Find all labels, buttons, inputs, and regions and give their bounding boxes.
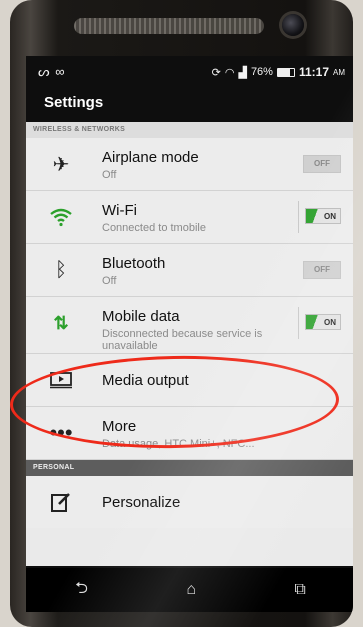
- setting-personalize[interactable]: Personalize: [26, 476, 353, 528]
- battery-icon: [276, 67, 295, 77]
- signal-icon: ▟: [238, 66, 247, 79]
- battery-percent: 76%: [250, 66, 273, 78]
- setting-airplane-mode[interactable]: ✈ Airplane mode Off OFF: [26, 138, 353, 191]
- personalize-glyph: [51, 493, 70, 512]
- airplane-toggle[interactable]: OFF: [303, 155, 341, 173]
- mobile-data-toggle[interactable]: ON: [305, 314, 341, 330]
- setting-wifi[interactable]: Wi-Fi Connected to tmobile ON: [26, 191, 353, 244]
- section-header-wireless: WIRELESS & NETWORKS: [26, 122, 353, 138]
- bluetooth-icon: ᛒ: [55, 258, 67, 281]
- speaker-grille: [74, 18, 264, 34]
- setting-mobile-data[interactable]: ⇅ Mobile data Disconnected because servi…: [26, 297, 353, 354]
- phone-screen: ᔕ ∞ ⟳ ◠ ▟ 76% 11:17 AM Settings WIRELESS…: [26, 56, 353, 612]
- setting-label: Bluetooth: [102, 255, 166, 272]
- recents-icon[interactable]: ⧉: [294, 581, 305, 599]
- airplane-icon: ✈: [52, 153, 70, 176]
- status-icons: ⟳ ◠ ▟ 76% 11:17 AM: [212, 65, 345, 79]
- setting-sub: Off: [102, 169, 117, 181]
- setting-label: Wi-Fi: [102, 202, 137, 219]
- setting-label: Airplane mode: [102, 149, 199, 166]
- mobile-data-icon: ⇅: [53, 312, 69, 333]
- status-bar: ᔕ ∞ ⟳ ◠ ▟ 76% 11:17 AM: [26, 56, 353, 86]
- wifi-toggle[interactable]: ON: [305, 208, 341, 224]
- back-icon[interactable]: ⮌: [75, 577, 88, 604]
- settings-list: WIRELESS & NETWORKS ✈ Airplane mode Off …: [26, 122, 353, 566]
- setting-label: Personalize: [102, 494, 181, 511]
- home-icon[interactable]: ⌂: [186, 581, 196, 599]
- front-camera: [282, 14, 304, 36]
- clock-ampm: AM: [333, 67, 345, 77]
- toggle-divider: [298, 307, 299, 339]
- sync-icon: ⟳: [211, 66, 221, 79]
- toggle-divider: [298, 201, 299, 233]
- personalize-icon: [48, 489, 74, 515]
- clock: 11:17: [298, 65, 329, 79]
- setting-sub: Disconnected because service is unavaila…: [102, 328, 263, 352]
- setting-label: Mobile data: [102, 308, 180, 325]
- notification-icons: ᔕ ∞: [38, 64, 66, 79]
- wifi-glyph: [50, 208, 72, 227]
- setting-sub: Off: [102, 275, 117, 287]
- page-title: Settings: [44, 94, 104, 111]
- setting-bluetooth[interactable]: ᛒ Bluetooth Off OFF: [26, 244, 353, 297]
- wifi-icon: [48, 204, 74, 230]
- phone-body: ᔕ ∞ ⟳ ◠ ▟ 76% 11:17 AM Settings WIRELESS…: [10, 0, 353, 627]
- nav-bar: ⮌ ⌂ ⧉: [26, 568, 353, 612]
- setting-sub: Connected to tmobile: [102, 222, 206, 234]
- section-header-personal: PERSONAL: [26, 460, 353, 476]
- wifi-status-icon: ◠: [224, 66, 235, 79]
- bluetooth-toggle[interactable]: OFF: [303, 261, 341, 279]
- title-bar: Settings: [26, 86, 353, 120]
